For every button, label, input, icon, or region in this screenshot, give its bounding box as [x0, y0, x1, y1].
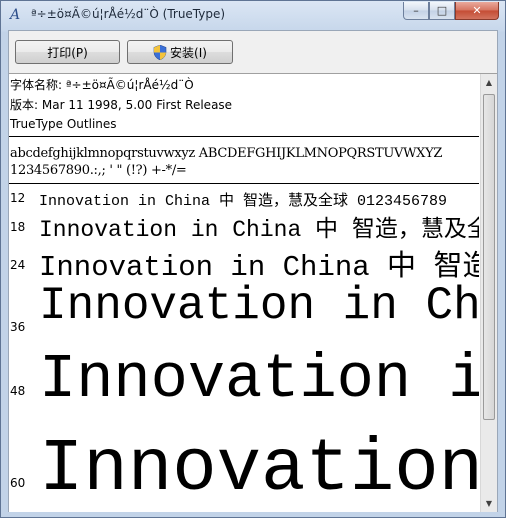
minimize-icon: – [413, 4, 419, 17]
sample-row-36: 36 Innovation in China [9, 280, 479, 342]
sample-text: Innovation in [39, 344, 479, 415]
font-info: 字体名称: ª÷±ö¤Ã©ú¦rÅé½d¨Ò 版本: Mar 11 1998, … [9, 76, 479, 135]
sample-row-48: 48 Innovation in [9, 342, 479, 432]
window-title: ª÷±ö¤Ã©ú¦rÅé½d¨Ò (TrueType) [31, 7, 226, 21]
charset-line-2: 1234567890.:,; ' " (!?) +-*/= [10, 163, 187, 178]
sample-text: Innovation in China 中 智造，慧及全球 0123456789 [39, 193, 448, 210]
client-area: 打印(P) 安装(I) 字体名称: ª÷±ö¤Ã©ú¦rÅé½d¨Ò 版本: M… [8, 30, 498, 512]
scroll-down-icon[interactable]: ▼ [481, 495, 497, 512]
sample-text: Innovation [39, 432, 479, 512]
sample-size-label: 36 [10, 320, 26, 334]
minimize-button[interactable]: – [403, 2, 429, 20]
sample-text: Innovation in China 中 智造，慧及全球 [39, 251, 479, 284]
close-button[interactable]: ✕ [455, 2, 499, 20]
font-name-line: 字体名称: ª÷±ö¤Ã©ú¦rÅé½d¨Ò [10, 78, 194, 92]
title-bar[interactable]: A ª÷±ö¤Ã©ú¦rÅé½d¨Ò (TrueType) – □ ✕ [1, 1, 505, 29]
font-viewer-window: A ª÷±ö¤Ã©ú¦rÅé½d¨Ò (TrueType) – □ ✕ 打印(P… [0, 0, 506, 518]
outlines-line: TrueType Outlines [10, 117, 117, 131]
sample-row-18: 18 Innovation in China 中 智造，慧及全球 [9, 208, 479, 242]
font-icon: A [9, 7, 21, 23]
sample-row-24: 24 Innovation in China 中 智造，慧及全球 [9, 240, 479, 284]
sample-size-label: 18 [10, 220, 26, 234]
version-line: 版本: Mar 11 1998, 5.00 First Release [10, 97, 233, 112]
print-button-label: 打印(P) [47, 45, 88, 60]
print-button[interactable]: 打印(P) [15, 40, 120, 64]
window-controls: – □ ✕ [403, 2, 499, 22]
scroll-up-icon[interactable]: ▲ [481, 74, 497, 91]
vertical-scrollbar[interactable]: ▲ ▼ [480, 74, 497, 512]
divider [9, 136, 479, 137]
toolbar: 打印(P) 安装(I) [9, 31, 497, 71]
install-button-label: 安装(I) [170, 45, 207, 60]
divider [9, 183, 479, 184]
sample-size-label: 12 [10, 191, 26, 205]
maximize-icon: □ [436, 4, 448, 17]
uac-shield-icon [153, 44, 167, 60]
sample-row-60: 60 Innovation [9, 432, 479, 512]
install-button[interactable]: 安装(I) [127, 40, 233, 64]
sample-text: Innovation in China 中 智造，慧及全球 [39, 217, 479, 242]
charset-line-1: abcdefghijklmnopqrstuvwxyz ABCDEFGHIJKLM… [10, 146, 443, 161]
close-icon: ✕ [472, 4, 482, 17]
sample-text: Innovation in China [39, 280, 479, 332]
font-preview-pane: 字体名称: ª÷±ö¤Ã©ú¦rÅé½d¨Ò 版本: Mar 11 1998, … [9, 73, 497, 512]
sample-size-label: 48 [10, 384, 26, 398]
maximize-button[interactable]: □ [429, 2, 455, 20]
scrollbar-thumb[interactable] [483, 94, 495, 420]
sample-size-label: 60 [10, 476, 26, 490]
sample-size-label: 24 [10, 258, 26, 272]
